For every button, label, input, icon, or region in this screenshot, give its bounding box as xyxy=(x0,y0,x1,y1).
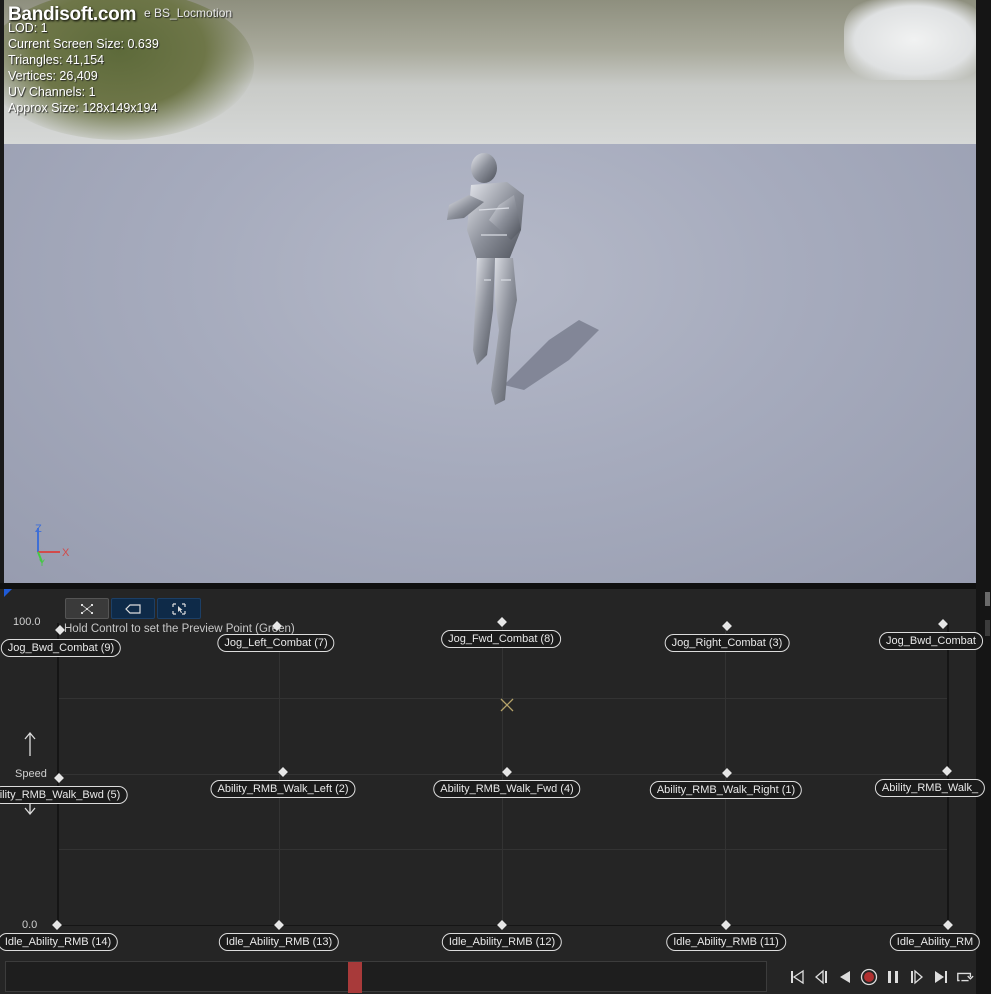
sample-label[interactable]: Idle_Ability_RM xyxy=(889,933,981,951)
blendspace-grid[interactable] xyxy=(57,623,949,926)
corner-marker xyxy=(4,589,12,597)
sample-label[interactable]: Ability_RMB_Walk_Left (2) xyxy=(210,780,356,798)
y-axis-max: 100.0 xyxy=(13,616,41,628)
transport-controls xyxy=(788,968,974,986)
axis-z-label: Z xyxy=(35,523,42,535)
sample-point[interactable] xyxy=(943,920,953,930)
y-axis-name: Speed xyxy=(15,768,47,780)
skip-to-end-icon xyxy=(935,971,947,983)
loop-button[interactable] xyxy=(956,968,974,986)
grid-snap-icon xyxy=(81,603,93,614)
axis-x-label: X xyxy=(62,547,70,559)
sample-label[interactable]: Jog_Bwd_Combat xyxy=(879,632,983,650)
step-forward-button[interactable] xyxy=(908,968,926,986)
step-back-icon xyxy=(815,969,827,985)
sample-label[interactable]: Jog_Bwd_Combat (9) xyxy=(0,639,122,657)
timeline-scrubber[interactable] xyxy=(5,961,767,993)
step-back-button[interactable] xyxy=(812,968,830,986)
loop-icon xyxy=(957,972,974,982)
sample-label[interactable]: ility_RMB_Walk_Bwd (5) xyxy=(0,786,128,804)
step-forward-icon xyxy=(911,969,923,985)
playhead[interactable] xyxy=(348,962,362,993)
right-scrollbar[interactable] xyxy=(976,0,991,994)
select-cursor-icon xyxy=(172,602,186,615)
show-labels-button[interactable] xyxy=(111,598,155,619)
pause-button[interactable] xyxy=(884,968,902,986)
sample-label[interactable]: Ability_RMB_Walk_Right (1) xyxy=(649,781,803,799)
stat-approx-size: Approx Size: 128x149x194 xyxy=(8,101,158,115)
sample-label[interactable]: Idle_Ability_RMB (13) xyxy=(218,933,340,951)
stat-vertices: Vertices: 26,409 xyxy=(8,69,98,83)
character-mesh[interactable] xyxy=(429,150,609,415)
select-mode-button[interactable] xyxy=(157,598,201,619)
blendspace-name: e BS_Locmotion xyxy=(144,6,233,20)
y-axis-min: 0.0 xyxy=(22,919,38,931)
skip-to-end-button[interactable] xyxy=(932,968,950,986)
grid-snap-button[interactable] xyxy=(65,598,109,619)
stat-uv-channels: UV Channels: 1 xyxy=(8,85,96,99)
preview-point-marker[interactable] xyxy=(500,698,514,712)
stat-screen-size: Current Screen Size: 0.639 xyxy=(8,37,159,51)
play-reverse-button[interactable] xyxy=(836,968,854,986)
axis-y-label: Y xyxy=(39,558,45,568)
sample-label[interactable]: Idle_Ability_RMB (11) xyxy=(666,933,786,951)
sample-label[interactable]: Idle_Ability_RMB (12) xyxy=(441,933,563,951)
arrow-up-icon xyxy=(24,731,36,756)
play-reverse-icon xyxy=(840,971,850,983)
background-car xyxy=(844,0,976,80)
record-button[interactable] xyxy=(860,968,878,986)
sample-label[interactable]: Ability_RMB_Walk_ xyxy=(874,779,986,797)
sample-label[interactable]: Ability_RMB_Walk_Fwd (4) xyxy=(433,780,581,798)
watermark: Bandisoft.com xyxy=(8,4,137,25)
sample-label[interactable]: Jog_Left_Combat (7) xyxy=(217,634,335,652)
axis-gizmo: Z X Y xyxy=(35,523,70,568)
blendspace-editor: 100.0 0.0 Speed Hold Control to set the … xyxy=(0,589,986,994)
record-icon xyxy=(860,968,878,986)
skip-to-start-icon xyxy=(791,969,804,985)
skip-to-start-button[interactable] xyxy=(788,968,806,986)
sample-label[interactable]: Jog_Right_Combat (3) xyxy=(664,634,790,652)
sample-label[interactable]: Idle_Ability_RMB (14) xyxy=(0,933,119,951)
label-tag-icon xyxy=(125,603,141,614)
preview-viewport[interactable]: Z X Y LOD: 1 Current Screen Size: 0.639 … xyxy=(4,0,976,583)
sample-label[interactable]: Jog_Fwd_Combat (8) xyxy=(441,630,561,648)
pause-icon xyxy=(888,971,898,983)
stat-triangles: Triangles: 41,154 xyxy=(8,53,105,67)
